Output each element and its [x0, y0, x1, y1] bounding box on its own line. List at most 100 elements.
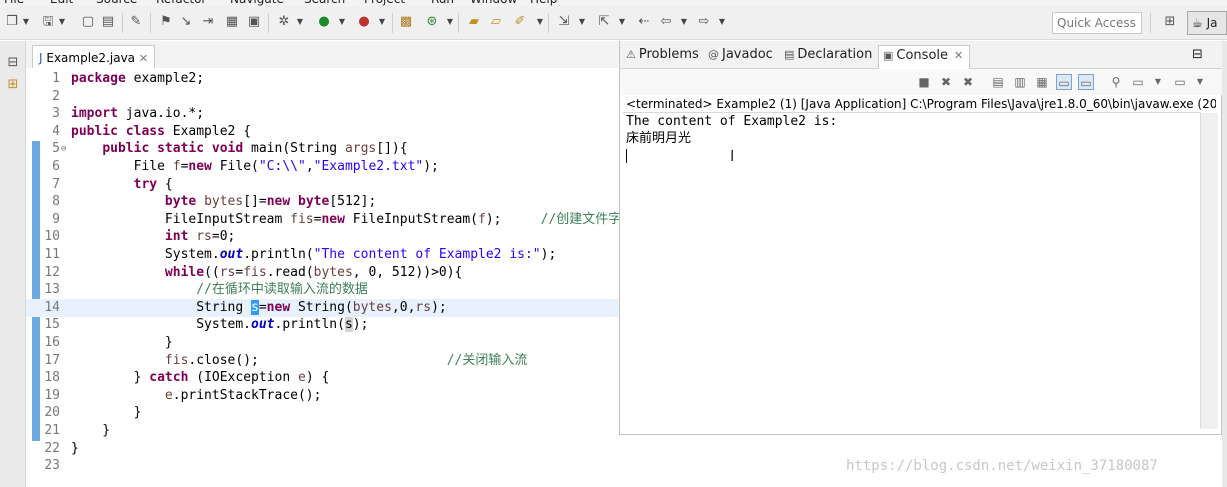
clear-console-icon[interactable]: ▦: [1034, 74, 1050, 90]
java-perspective-button[interactable]: ☕ Ja: [1187, 11, 1227, 35]
remove-launch-icon[interactable]: ✖: [938, 74, 954, 90]
debug-dropdown-chevron-icon[interactable]: ▼: [296, 14, 304, 30]
prev-annotation-icon[interactable]: ⇱: [596, 14, 612, 30]
tab-label: Problems: [638, 47, 699, 62]
remove-all-icon[interactable]: ✖: [960, 74, 976, 90]
code-line[interactable]: 6 File f=new File("C:\\","Example2.txt")…: [26, 158, 619, 176]
search-dropdown-chevron-icon[interactable]: ▼: [536, 14, 544, 30]
open-perspective-icon[interactable]: ⊞: [1162, 14, 1178, 30]
view-tab-bar: ⚠ Problems @ Javadoc ▤ Declaration ▣ Console ✕ ⊟: [620, 41, 1223, 69]
code-line[interactable]: 16 }: [26, 334, 619, 352]
code-line[interactable]: 7 try {: [26, 176, 619, 194]
code-line[interactable]: 8 byte bytes[]=new byte[512];: [26, 193, 619, 211]
watch-icon[interactable]: ▣: [246, 14, 262, 30]
fold-toggle-icon[interactable]: ⊖: [61, 140, 66, 158]
run-icon[interactable]: ●: [316, 14, 332, 30]
code-line[interactable]: 10 int rs=0;: [26, 228, 619, 246]
code-line[interactable]: 11 System.out.println("The content of Ex…: [26, 246, 619, 264]
terminate-icon[interactable]: ■: [916, 74, 932, 90]
code-line[interactable]: 20 }: [26, 404, 619, 422]
watermark-text: https://blog.csdn.net/weixin_37180087: [846, 458, 1158, 474]
tab-console[interactable]: ▣ Console ✕: [878, 45, 971, 69]
new-dropdown-chevron-icon[interactable]: ▼: [22, 14, 30, 30]
code-line[interactable]: 5 ⊖ public static void main(String args[]…: [26, 140, 619, 158]
code-line[interactable]: 19 e.printStackTrace();: [26, 387, 619, 405]
code-line[interactable]: 12 while((rs=fis.read(bytes, 0, 512))>0)…: [26, 264, 619, 282]
code-line[interactable]: 18 } catch (IOException e) {: [26, 369, 619, 387]
external-tools-icon[interactable]: ●: [356, 14, 372, 30]
run-dropdown-chevron-icon[interactable]: ▼: [338, 14, 346, 30]
close-icon[interactable]: ✕: [139, 52, 148, 65]
pin-console-icon[interactable]: ⚲: [1108, 74, 1124, 90]
step-filter-icon[interactable]: ▦: [224, 14, 240, 30]
code-line[interactable]: 13 //在循环中读取输入流的数据: [26, 281, 619, 299]
maximize-view-icon[interactable]: ⊟: [1192, 47, 1203, 62]
display-console-dropdown-chevron-icon[interactable]: ▼: [1150, 74, 1166, 90]
show-on-stdout-icon[interactable]: ▭: [1056, 74, 1072, 90]
save-dropdown-chevron-icon[interactable]: ▼: [58, 14, 66, 30]
step-return-icon[interactable]: ⇥: [200, 14, 216, 30]
code-text: public class Example2 {: [71, 123, 252, 139]
restore-icon[interactable]: ⊟: [5, 55, 21, 71]
editor-tab-example2[interactable]: J Example2.java ✕: [32, 45, 156, 68]
scroll-lock-icon[interactable]: ▤: [990, 74, 1006, 90]
print-icon[interactable]: ▤: [100, 14, 116, 30]
code-line[interactable]: 1 package example2;: [26, 70, 619, 88]
step-icon[interactable]: ↘: [178, 14, 194, 30]
forward-dropdown-chevron-icon[interactable]: ▼: [718, 14, 726, 30]
tab-declaration[interactable]: ▤ Declaration: [784, 47, 872, 62]
new-class-icon[interactable]: ⊛: [424, 14, 440, 30]
open-console-dropdown-chevron-icon[interactable]: ▼: [1192, 74, 1208, 90]
code-text: } catch (IOException e) {: [71, 370, 330, 386]
display-console-icon[interactable]: ▭: [1130, 74, 1146, 90]
word-wrap-icon[interactable]: ▥: [1012, 74, 1028, 90]
quick-access-field[interactable]: Quick Access: [1052, 12, 1142, 34]
show-on-stderr-icon[interactable]: ▭: [1078, 74, 1094, 90]
code-line[interactable]: 14 String s=new String(bytes,0,rs);: [26, 298, 619, 317]
next-annotation-icon[interactable]: ⇲: [556, 14, 572, 30]
last-edit-icon[interactable]: ⇠: [636, 14, 652, 30]
code-line[interactable]: 15 System.out.println(s);: [26, 316, 619, 334]
code-text: fis.close(); //关闭输入流: [164, 352, 528, 368]
line-number: 14: [44, 299, 60, 315]
code-line[interactable]: 17 fis.close(); //关闭输入流: [26, 352, 619, 370]
code-text: }: [71, 440, 79, 456]
tab-problems[interactable]: ⚠ Problems: [626, 47, 699, 62]
code-line[interactable]: 4 public class Example2 {: [26, 123, 619, 141]
code-text: System.out.println(s);: [71, 317, 369, 333]
open-folder-icon[interactable]: ▰: [466, 14, 482, 30]
debug-icon[interactable]: ✲: [276, 14, 292, 30]
code-line[interactable]: 9 FileInputStream fis=new FileInputStrea…: [26, 211, 621, 229]
line-number: 6: [52, 159, 60, 174]
tab-javadoc[interactable]: @ Javadoc: [708, 47, 773, 62]
save-all-icon[interactable]: ▢: [80, 14, 96, 30]
next-annotation-dropdown-chevron-icon[interactable]: ▼: [578, 14, 586, 30]
external-tools-dropdown-chevron-icon[interactable]: ▼: [378, 14, 386, 30]
code-line[interactable]: 2: [26, 88, 619, 106]
new-java-project-icon[interactable]: ▩: [398, 14, 414, 30]
line-number: 22: [44, 440, 60, 456]
code-line[interactable]: 21 }: [26, 422, 619, 440]
new-icon[interactable]: ❒: [4, 14, 20, 30]
back-icon[interactable]: ⇦: [658, 14, 674, 30]
open-type-icon[interactable]: ▱: [488, 14, 504, 30]
new-class-dropdown-chevron-icon[interactable]: ▼: [446, 14, 454, 30]
search-icon[interactable]: ✐: [512, 14, 528, 30]
forward-icon[interactable]: ⇨: [696, 14, 712, 30]
package-explorer-icon[interactable]: ⊞: [5, 77, 21, 93]
close-icon[interactable]: ✕: [954, 49, 963, 62]
back-dropdown-chevron-icon[interactable]: ▼: [680, 14, 688, 30]
main-toolbar: ❒ ▼ 🖫 ▼ ▢ ▤ ✎ ⚑ ↘ ⇥ ▦ ▣ ✲ ▼ ● ▼ ● ▼ ▩ ⊛ …: [0, 6, 1227, 40]
code-line[interactable]: 3 import java.io.*;: [26, 105, 619, 123]
save-icon[interactable]: 🖫: [40, 14, 56, 30]
console-output[interactable]: The content of Example2 is: 床前明月光 I: [623, 112, 1201, 430]
code-text: try {: [133, 176, 173, 192]
open-console-icon[interactable]: ▭: [1172, 74, 1188, 90]
editor-tab-bar: J Example2.java ✕: [26, 41, 619, 68]
code-line[interactable]: 23: [26, 457, 619, 475]
skip-breakpoints-icon[interactable]: ✎: [128, 14, 144, 30]
toggle-breakpoint-icon[interactable]: ⚑: [158, 14, 174, 30]
console-vertical-scrollbar[interactable]: [1200, 113, 1218, 429]
prev-annotation-dropdown-chevron-icon[interactable]: ▼: [618, 14, 626, 30]
code-line[interactable]: 22}: [26, 440, 619, 458]
